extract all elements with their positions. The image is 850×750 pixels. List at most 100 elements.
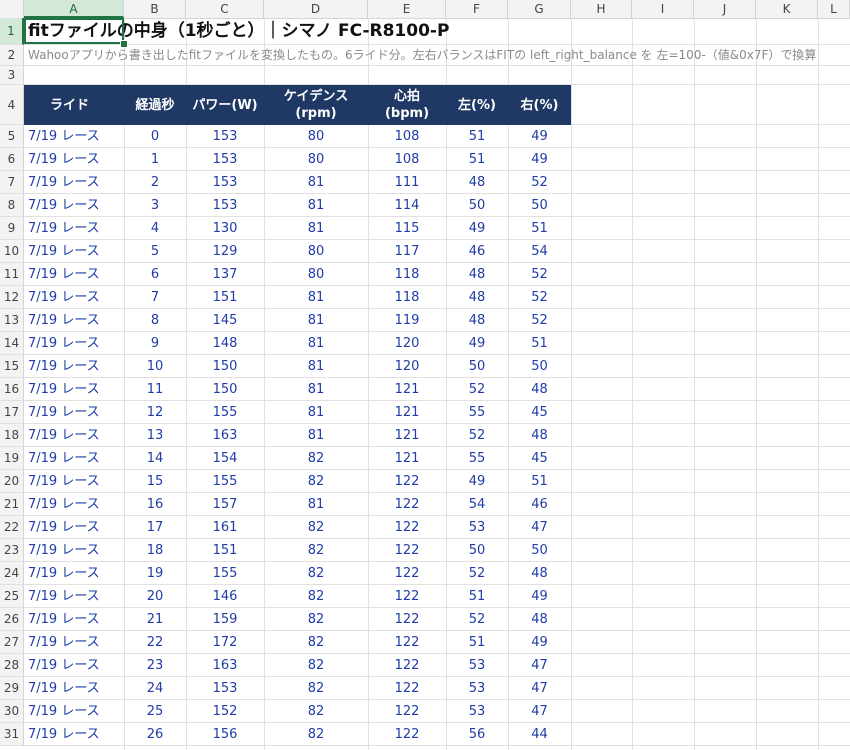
table-cell[interactable]: 52 (508, 171, 571, 194)
table-cell[interactable]: 7/19 レース (24, 424, 124, 447)
table-cell[interactable]: 155 (186, 401, 264, 424)
table-cell[interactable]: 49 (508, 631, 571, 654)
table-cell[interactable]: 16 (124, 493, 186, 516)
row-header[interactable]: 13 (0, 309, 24, 332)
table-cell[interactable]: 50 (446, 194, 508, 217)
table-cell[interactable]: 49 (508, 125, 571, 148)
table-cell[interactable]: 55 (446, 401, 508, 424)
table-cell[interactable]: 50 (508, 355, 571, 378)
table-cell[interactable]: 52 (508, 286, 571, 309)
table-cell[interactable]: 156 (186, 723, 264, 746)
table-cell[interactable]: 11 (124, 378, 186, 401)
row-header[interactable]: 28 (0, 654, 24, 677)
table-cell[interactable]: 122 (368, 493, 446, 516)
column-header-l[interactable]: L (818, 0, 850, 18)
table-cell[interactable]: 7/19 レース (24, 171, 124, 194)
table-cell[interactable]: 51 (508, 470, 571, 493)
table-cell[interactable]: 7/19 レース (24, 125, 124, 148)
table-cell[interactable]: 51 (508, 332, 571, 355)
row-header[interactable]: 17 (0, 401, 24, 424)
table-cell[interactable]: 122 (368, 562, 446, 585)
table-cell[interactable]: 161 (186, 516, 264, 539)
table-cell[interactable]: 7/19 レース (24, 240, 124, 263)
table-cell[interactable]: 56 (446, 723, 508, 746)
table-cell[interactable]: 7/19 レース (24, 493, 124, 516)
table-cell[interactable]: 157 (186, 493, 264, 516)
table-cell[interactable]: 49 (446, 470, 508, 493)
table-cell[interactable]: 47 (508, 700, 571, 723)
table-cell[interactable]: 7/19 レース (24, 470, 124, 493)
table-cell[interactable]: 46 (446, 240, 508, 263)
table-cell[interactable]: 122 (368, 677, 446, 700)
table-cell[interactable]: 52 (446, 424, 508, 447)
row-header[interactable]: 3 (0, 66, 24, 85)
table-cell[interactable]: 82 (264, 585, 368, 608)
row-header[interactable]: 19 (0, 447, 24, 470)
table-cell[interactable]: 7/19 レース (24, 194, 124, 217)
row-header[interactable]: 1 (0, 18, 24, 45)
table-cell[interactable]: 50 (446, 355, 508, 378)
table-cell[interactable]: 80 (264, 240, 368, 263)
table-cell[interactable]: 82 (264, 631, 368, 654)
table-cell[interactable]: 81 (264, 493, 368, 516)
table-cell[interactable]: 121 (368, 401, 446, 424)
table-cell[interactable]: 80 (264, 263, 368, 286)
table-cell[interactable]: 8 (124, 309, 186, 332)
table-cell[interactable]: 81 (264, 309, 368, 332)
table-cell[interactable]: 81 (264, 401, 368, 424)
table-cell[interactable]: 118 (368, 263, 446, 286)
table-cell[interactable]: 53 (446, 654, 508, 677)
table-cell[interactable]: 151 (186, 539, 264, 562)
table-cell[interactable]: 47 (508, 654, 571, 677)
table-cell[interactable]: 48 (508, 562, 571, 585)
sheet-subtitle[interactable]: Wahooアプリから書き出したfitファイルを変換したもの。6ライド分。左右バラ… (28, 45, 816, 66)
table-cell[interactable]: 50 (508, 194, 571, 217)
table-cell[interactable]: 7/19 レース (24, 677, 124, 700)
table-cell[interactable]: 48 (446, 171, 508, 194)
table-cell[interactable]: 122 (368, 631, 446, 654)
row-header[interactable]: 7 (0, 171, 24, 194)
table-cell[interactable]: 155 (186, 562, 264, 585)
table-cell[interactable]: 7/19 レース (24, 562, 124, 585)
table-cell[interactable]: 48 (508, 378, 571, 401)
table-cell[interactable]: 10 (124, 355, 186, 378)
table-cell[interactable]: 81 (264, 194, 368, 217)
table-cell[interactable]: 17 (124, 516, 186, 539)
table-cell[interactable]: 80 (264, 148, 368, 171)
table-cell[interactable]: 51 (446, 125, 508, 148)
row-header[interactable]: 5 (0, 125, 24, 148)
table-cell[interactable]: 7/19 レース (24, 447, 124, 470)
table-cell[interactable]: 108 (368, 148, 446, 171)
table-cell[interactable]: 48 (446, 286, 508, 309)
table-cell[interactable]: 146 (186, 585, 264, 608)
table-cell[interactable]: 21 (124, 608, 186, 631)
table-cell[interactable]: 137 (186, 263, 264, 286)
select-all-corner[interactable] (0, 0, 24, 18)
table-cell[interactable]: 52 (446, 378, 508, 401)
table-cell[interactable]: 55 (446, 447, 508, 470)
table-cell[interactable]: 51 (508, 217, 571, 240)
table-cell[interactable]: 150 (186, 355, 264, 378)
table-cell[interactable]: 47 (508, 677, 571, 700)
column-header-e[interactable]: E (368, 0, 446, 18)
table-header-cell[interactable]: 心拍 (bpm) (368, 85, 446, 125)
table-cell[interactable]: 121 (368, 447, 446, 470)
table-cell[interactable]: 22 (124, 631, 186, 654)
row-header[interactable]: 31 (0, 723, 24, 746)
row-header[interactable]: 14 (0, 332, 24, 355)
column-header-b[interactable]: B (124, 0, 186, 18)
row-header[interactable]: 30 (0, 700, 24, 723)
table-cell[interactable]: 18 (124, 539, 186, 562)
table-cell[interactable]: 7/19 レース (24, 148, 124, 171)
table-cell[interactable]: 51 (446, 585, 508, 608)
table-cell[interactable]: 163 (186, 424, 264, 447)
table-cell[interactable]: 120 (368, 332, 446, 355)
table-cell[interactable]: 122 (368, 539, 446, 562)
table-cell[interactable]: 150 (186, 378, 264, 401)
table-cell[interactable]: 82 (264, 447, 368, 470)
table-cell[interactable]: 119 (368, 309, 446, 332)
table-header-cell[interactable]: 経過秒 (124, 85, 186, 125)
table-cell[interactable]: 49 (446, 217, 508, 240)
row-header[interactable]: 11 (0, 263, 24, 286)
table-cell[interactable]: 7/19 レース (24, 401, 124, 424)
